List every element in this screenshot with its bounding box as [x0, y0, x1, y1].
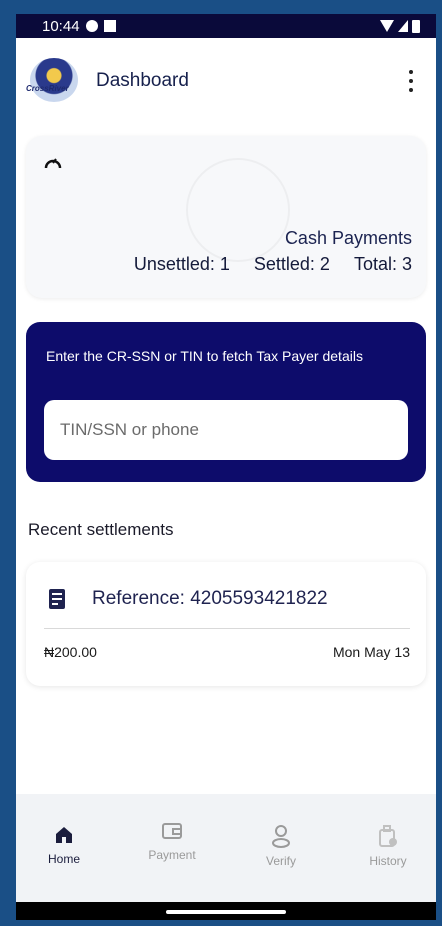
nav-history-label: History	[369, 854, 407, 868]
app-bar: CrossRiver Dashboard	[16, 38, 436, 126]
app-logo	[30, 58, 78, 102]
tin-ssn-input[interactable]	[44, 400, 408, 460]
nav-verify[interactable]: Verify	[241, 824, 321, 868]
home-indicator[interactable]	[166, 910, 286, 914]
settlement-amount: ₦200.00	[44, 644, 97, 660]
settlement-date: Mon May 13	[332, 644, 410, 660]
nav-home[interactable]: Home	[24, 824, 104, 866]
nav-payment[interactable]: Payment	[132, 820, 212, 862]
total-count: Total: 3	[353, 254, 412, 274]
settlement-reference: Reference: 4205593421822	[92, 588, 328, 609]
watermark-logo	[186, 158, 290, 262]
recent-settlements-title: Recent settlements	[28, 520, 174, 539]
nav-verify-label: Verify	[265, 854, 296, 868]
person-icon	[272, 825, 290, 848]
more-options-icon[interactable]	[408, 70, 414, 92]
record-icon	[85, 20, 98, 32]
cash-payments-card[interactable]: Cash Payments Unsettled: 1 Settled: 2 To…	[26, 136, 426, 298]
speedometer-icon	[44, 158, 62, 169]
phone-screen: 10:44 CrossRiver Dashboard Cash Payments…	[16, 14, 436, 920]
home-icon	[56, 827, 72, 843]
nav-history[interactable]: History	[348, 824, 428, 868]
receipt-icon	[49, 589, 65, 609]
page-title: Dashboard	[96, 70, 189, 91]
unsettled-count: Unsettled: 1	[133, 254, 230, 274]
cash-payments-title: Cash Payments	[284, 228, 412, 248]
status-time: 10:44	[42, 17, 80, 35]
nav-payment-label: Payment	[148, 848, 196, 862]
wifi-icon	[380, 20, 394, 32]
settled-count: Settled: 2	[253, 254, 330, 274]
payment-counts: Unsettled: 1 Settled: 2 Total: 3	[134, 254, 412, 275]
fetch-instruction: Enter the CR-SSN or TIN to fetch Tax Pay…	[46, 348, 363, 364]
status-bar: 10:44	[16, 14, 436, 38]
wallet-icon	[162, 823, 182, 839]
battery-icon	[412, 19, 420, 33]
nav-home-label: Home	[47, 852, 80, 866]
fetch-taxpayer-card: Enter the CR-SSN or TIN to fetch Tax Pay…	[26, 322, 426, 482]
notification-icon	[103, 20, 116, 32]
settlement-card[interactable]: Reference: 4205593421822 ₦200.00 Mon May…	[26, 562, 426, 686]
history-icon	[379, 825, 397, 847]
signal-icon	[398, 20, 408, 32]
divider	[44, 628, 410, 629]
bottom-navigation: Home Payment Verify History	[16, 794, 436, 902]
logo-text: CrossRiver	[26, 84, 69, 93]
device-frame-right	[436, 0, 442, 926]
